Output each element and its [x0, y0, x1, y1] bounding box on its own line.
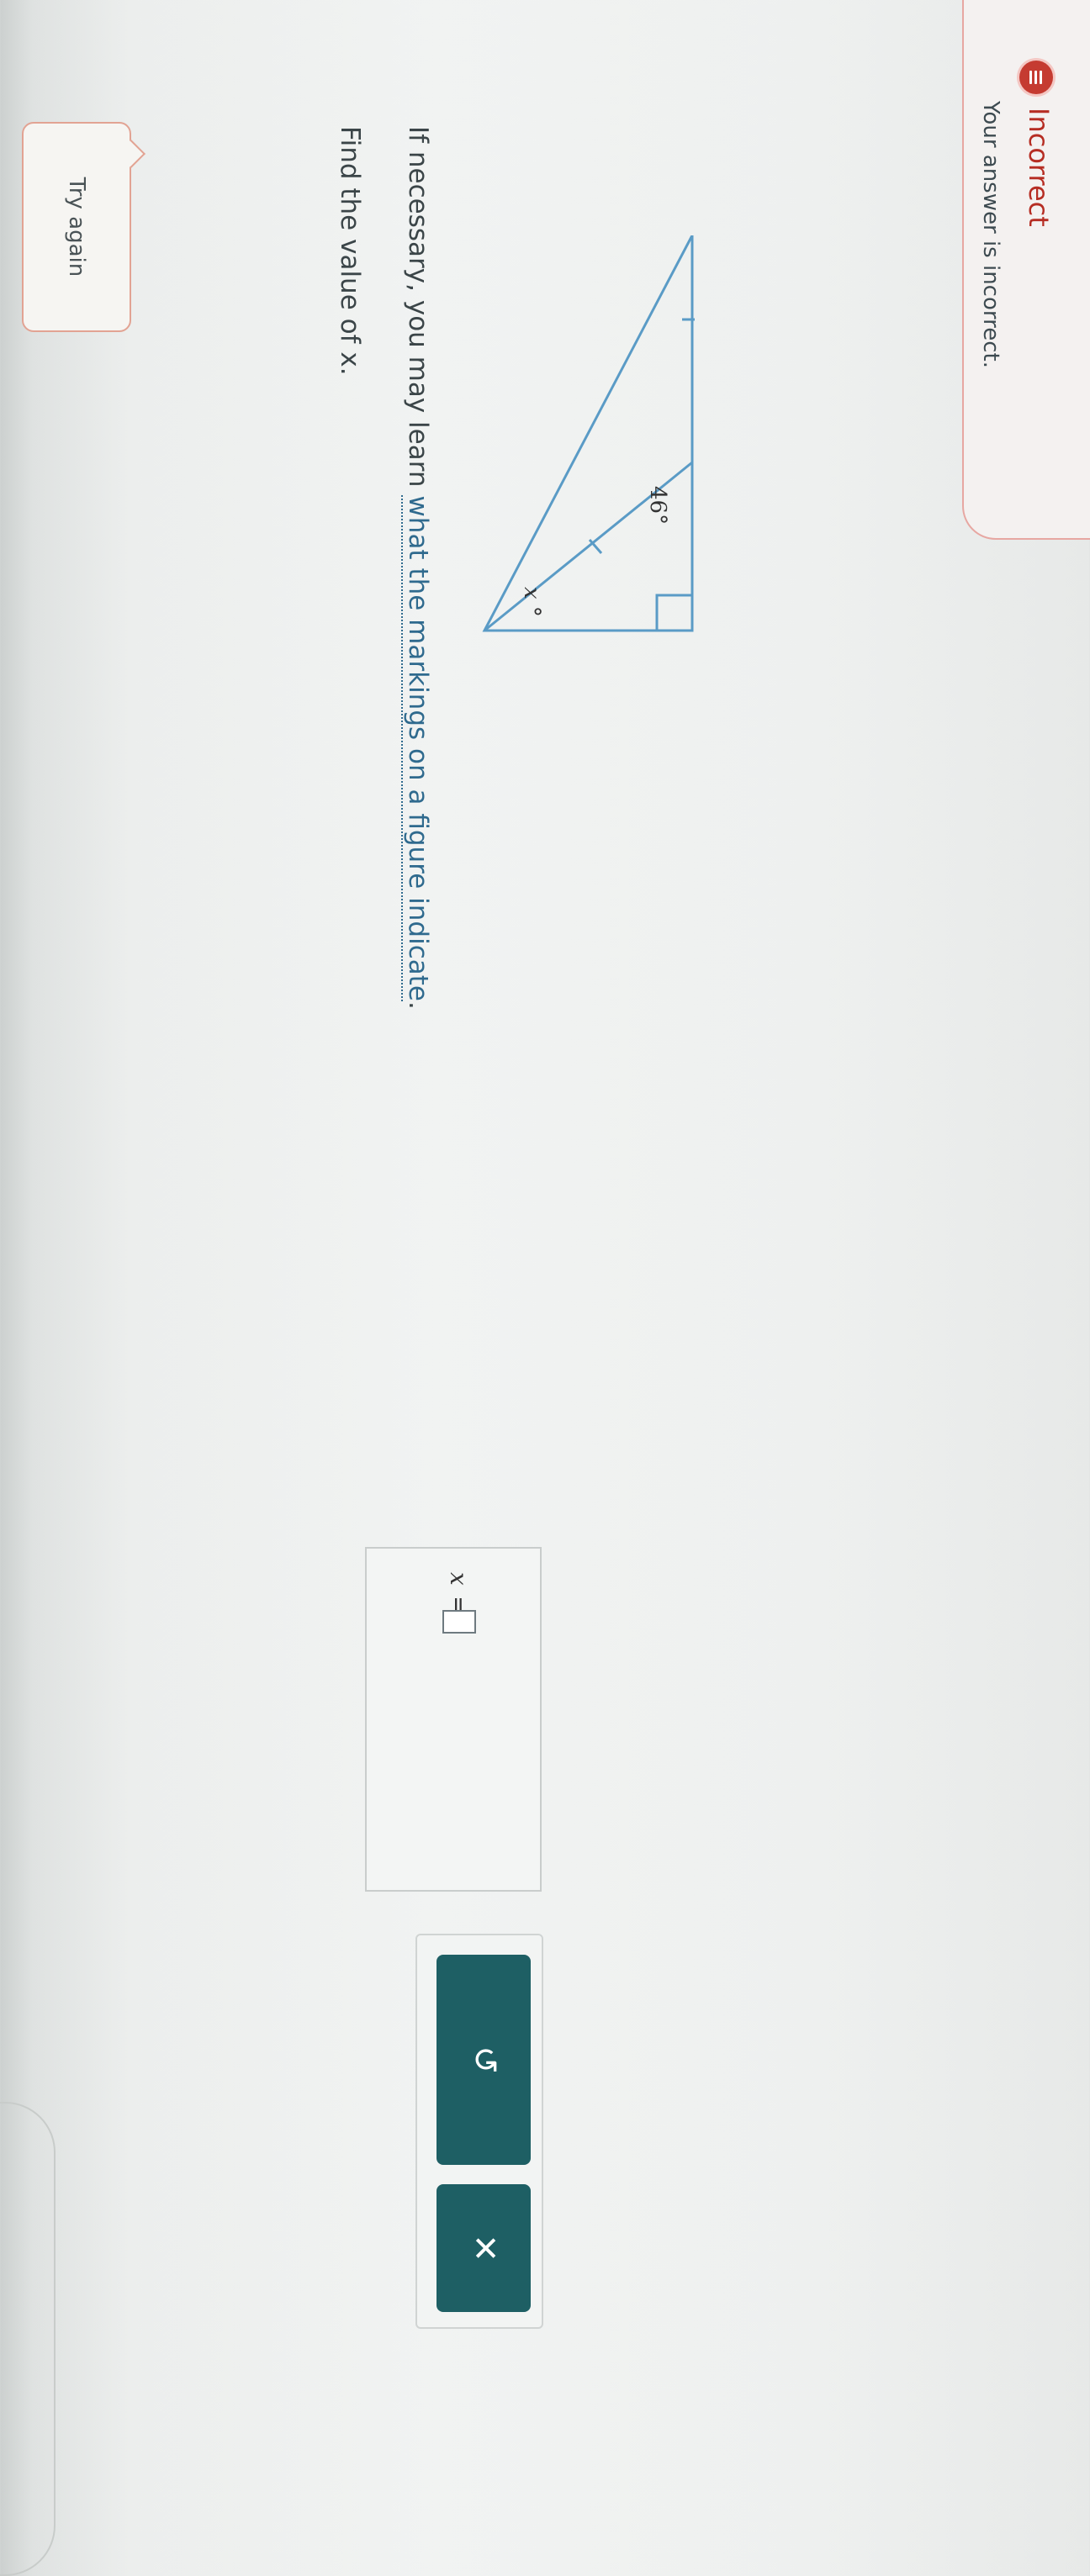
right-angle-marker [655, 594, 692, 631]
question-hint-prefix: If necessary, you may learn [403, 126, 433, 496]
triangle-outline [482, 235, 694, 632]
triangle-figure: 46° x ° [482, 235, 695, 632]
angle-label-x: x ° [519, 587, 544, 617]
feedback-title: Incorrect [1023, 108, 1055, 227]
close-icon: ✕ [465, 2234, 504, 2262]
page-content: Incorrect Your answer is incorrect. Try … [0, 0, 1090, 2576]
answer-input[interactable] [442, 1610, 476, 1634]
question-hint: If necessary, you may learn what the mar… [401, 126, 433, 1010]
try-again-pointer [117, 140, 146, 168]
try-again-button[interactable]: Try again [22, 122, 146, 332]
answer-variable: x [445, 1572, 473, 1586]
screen-edge-decoration [0, 2102, 56, 2576]
clear-button[interactable]: ✕ [437, 2184, 531, 2312]
feedback-message: Your answer is incorrect. [978, 101, 1003, 368]
incorrect-icon [1019, 61, 1053, 94]
question-hint-suffix: . [403, 1001, 433, 1010]
undo-icon: ↺ [465, 2045, 504, 2074]
angle-label-46: 46° [645, 486, 670, 525]
try-again-label: Try again [64, 177, 89, 277]
undo-button[interactable]: ↺ [437, 1955, 531, 2165]
markings-help-link[interactable]: what the markings on a figure indicate [401, 495, 433, 1001]
question-prompt: Find the value of x. [335, 126, 365, 376]
